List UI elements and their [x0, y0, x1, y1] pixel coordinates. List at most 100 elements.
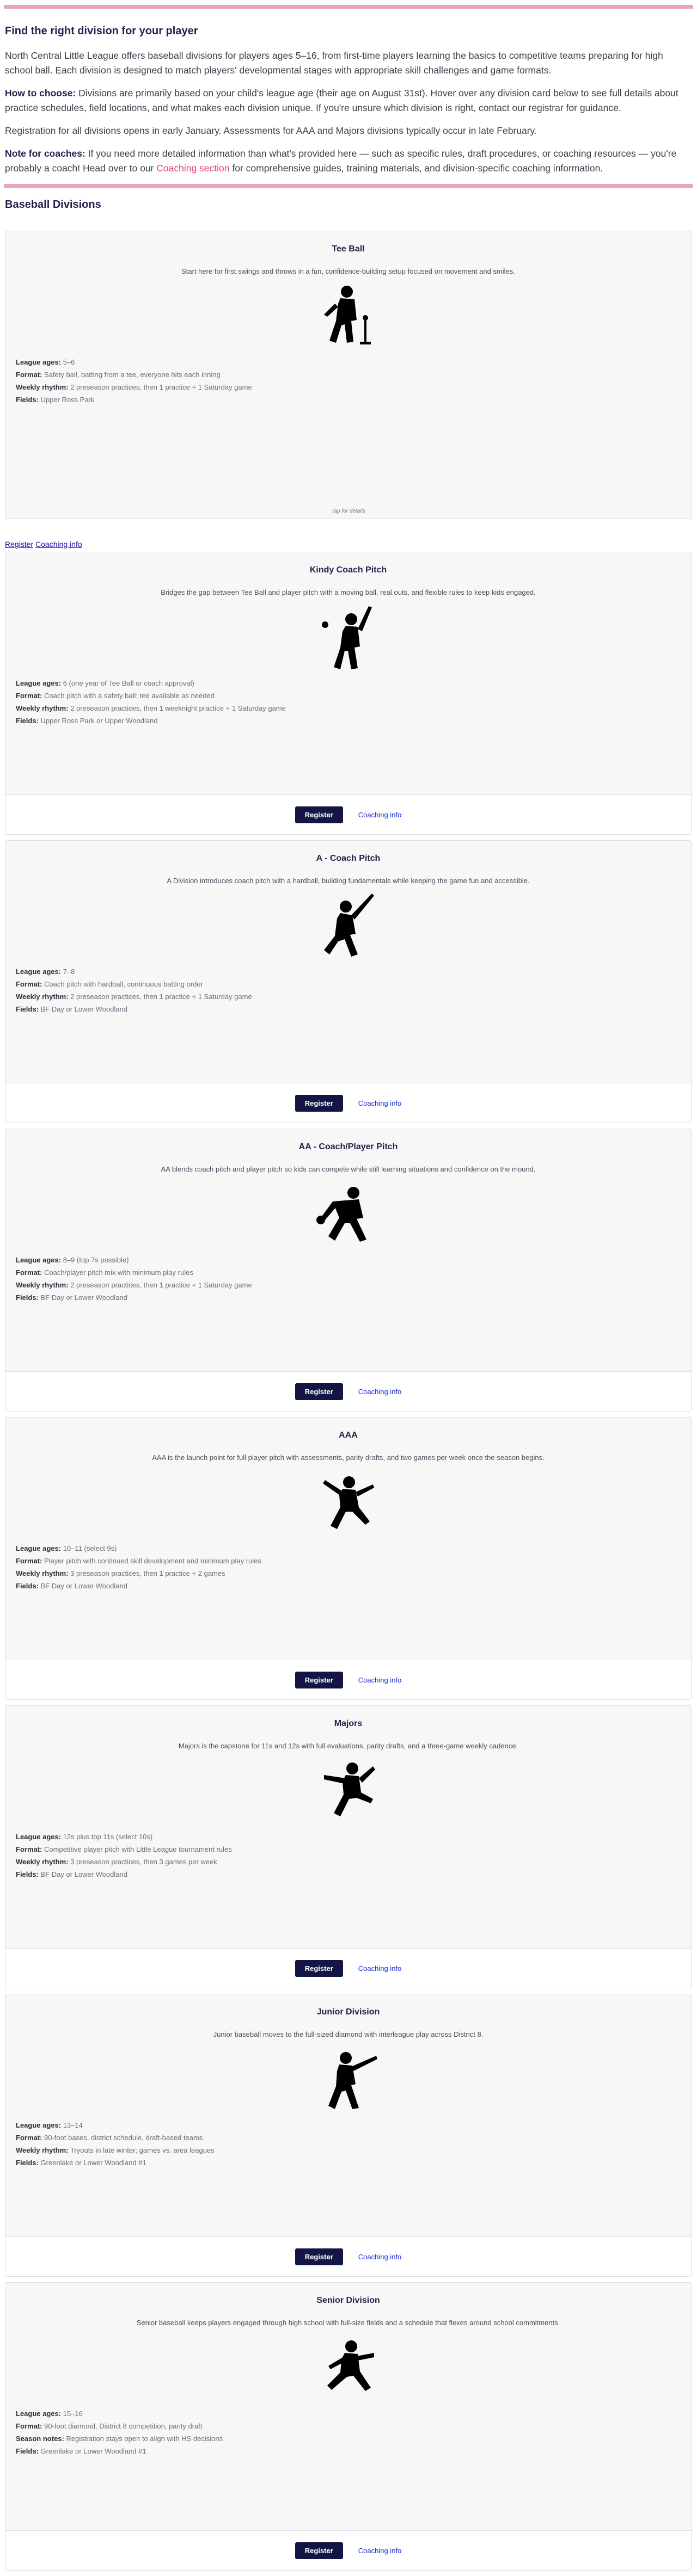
coaching-info-link[interactable]: Coaching info [358, 811, 402, 819]
fielder-crouching-icon [316, 1187, 366, 1242]
card-actions: Register Coaching info [5, 1948, 691, 1988]
format-label: Format: [16, 1557, 42, 1565]
league-ages-label: League ages: [16, 1256, 62, 1264]
league-ages-value: 15–16 [63, 2409, 83, 2418]
register-button[interactable]: Register [295, 1959, 343, 1977]
coaching-info-link[interactable]: Coaching info [358, 1964, 402, 1973]
format-row: Format: Coach pitch with hardball, conti… [16, 978, 691, 990]
rhythm-value: 2 preseason practices, then 1 practice +… [70, 1281, 252, 1289]
register-button[interactable]: Register [295, 1383, 343, 1400]
coaching-section-link[interactable]: Coaching section [156, 163, 229, 174]
format-row: Format: Competitive player pitch with Li… [16, 1843, 691, 1856]
fields-value: Upper Ross Park or Upper Woodland [40, 717, 158, 725]
fields-row: Fields: Upper Ross Park or Upper Woodlan… [16, 714, 691, 727]
league-ages-label: League ages: [16, 967, 62, 976]
rhythm-row: Season notes: Registration stays open to… [16, 2432, 691, 2445]
registration-note: Registration for all divisions opens in … [5, 125, 537, 136]
division-facts: League ages: 7–8 Format: Coach pitch with… [16, 965, 691, 1015]
coaching-info-link[interactable]: Coaching info [358, 1388, 402, 1396]
register-button[interactable]: Register [295, 2542, 343, 2559]
card-actions: Register Coaching info [5, 794, 691, 834]
infielder-throwing-icon [327, 2340, 374, 2391]
fields-value: BF Day or Lower Woodland [40, 1582, 127, 1590]
coaching-info-link[interactable]: Coaching info [358, 2547, 402, 2555]
format-row: Format: Coach/player pitch mix with mini… [16, 1266, 691, 1279]
register-button[interactable]: Register [295, 1094, 343, 1112]
league-ages-row: League ages: 8–9 (top 7s possible) [16, 1254, 691, 1266]
division-title: Senior Division [316, 2296, 380, 2305]
how-to-choose-label: How to choose: [5, 88, 76, 98]
league-ages-label: League ages: [16, 358, 62, 366]
format-row: Format: 90-foot diamond, District 8 comp… [16, 2420, 691, 2432]
format-row: Format: Coach pitch with a safety ball; … [16, 689, 691, 702]
division-card[interactable]: Junior Division Junior baseball moves to … [5, 1994, 692, 2277]
register-link[interactable]: Register [5, 540, 33, 549]
division-title: A - Coach Pitch [316, 854, 381, 863]
rhythm-value: Registration stays open to align with HS… [66, 2435, 223, 2443]
fields-label: Fields: [16, 1582, 39, 1590]
division-card[interactable]: Kindy Coach Pitch Bridges the gap between… [5, 552, 692, 835]
format-value: Coach pitch with hardball, continuous ba… [44, 980, 203, 988]
division-card[interactable]: Senior Division Senior baseball keeps pla… [5, 2282, 692, 2571]
fields-label: Fields: [16, 2447, 39, 2455]
rhythm-row: Weekly rhythm: 3 preseason practices, th… [16, 1856, 691, 1868]
fields-value: Greenlake or Lower Woodland #1 [40, 2159, 146, 2167]
division-card[interactable]: AAA AAA is the launch point for full play… [5, 1417, 692, 1700]
format-value: Player pitch with continued skill develo… [44, 1557, 261, 1565]
coaching-info-link[interactable]: Coaching info [358, 2253, 402, 2261]
rhythm-value: 3 preseason practices, then 1 practice +… [70, 1569, 225, 1577]
coaching-info-link[interactable]: Coaching info [358, 1099, 402, 1107]
page-title: Find the right division for your player [5, 25, 198, 37]
batter-follow-through-icon [328, 2052, 377, 2109]
division-facts: League ages: 5–6 Format: Safety ball, bat… [16, 356, 691, 406]
register-button[interactable]: Register [295, 2248, 343, 2265]
fields-row: Fields: Upper Ross Park [16, 393, 691, 406]
format-label: Format: [16, 1268, 42, 1277]
coaching-info-link[interactable]: Coaching info [358, 1676, 402, 1684]
rhythm-value: 2 preseason practices, then 1 practice +… [70, 993, 252, 1001]
league-ages-row: League ages: 6 (one year of Tee Ball or … [16, 677, 691, 689]
division-card[interactable]: A - Coach Pitch A Division introduces coa… [5, 840, 692, 1123]
intro-section: Find the right division for your player … [0, 25, 697, 176]
rhythm-label: Weekly rhythm: [16, 1858, 69, 1866]
register-button[interactable]: Register [295, 1671, 343, 1688]
division-card[interactable]: AA - Coach/Player Pitch AA blends coach p… [5, 1129, 692, 1412]
card-actions: Register Coaching info [5, 2236, 691, 2276]
register-button[interactable]: Register [295, 806, 343, 823]
league-ages-row: League ages: 5–6 [16, 356, 691, 368]
fields-label: Fields: [16, 1293, 39, 1302]
league-ages-row: League ages: 15–16 [16, 2407, 691, 2420]
division-title: Tee Ball [332, 244, 365, 254]
format-label: Format: [16, 371, 42, 379]
division-card[interactable]: Tee Ball Start here for first swings and … [5, 231, 692, 519]
division-description: Senior baseball keeps players engaged th… [136, 2319, 560, 2327]
division-description: Bridges the gap between Tee Ball and pla… [161, 588, 536, 596]
fields-label: Fields: [16, 717, 39, 725]
fields-row: Fields: BF Day or Lower Woodland [16, 1580, 691, 1592]
fields-label: Fields: [16, 2159, 39, 2167]
rhythm-row: Weekly rhythm: 2 preseason practices, th… [16, 990, 691, 1003]
league-ages-row: League ages: 7–8 [16, 965, 691, 978]
tap-for-details-hint: Tap for details [331, 508, 365, 514]
division-facts: League ages: 10–11 (select 9s) Format: Pl… [16, 1542, 691, 1592]
rhythm-label: Weekly rhythm: [16, 1281, 69, 1289]
fields-value: BF Day or Lower Woodland [40, 1005, 127, 1013]
league-ages-value: 7–8 [63, 967, 75, 976]
league-ages-label: League ages: [16, 679, 62, 687]
coaching-info-link[interactable]: Coaching info [35, 540, 82, 549]
intro-overview: North Central Little League offers baseb… [5, 50, 663, 76]
league-ages-row: League ages: 13–14 [16, 2119, 691, 2131]
rhythm-row: Weekly rhythm: 3 preseason practices, th… [16, 1567, 691, 1580]
rhythm-row: Weekly rhythm: 2 preseason practices, th… [16, 381, 691, 393]
league-ages-value: 5–6 [63, 358, 75, 366]
fields-label: Fields: [16, 1005, 39, 1013]
league-ages-value: 12s plus top 11s (select 10s) [63, 1833, 153, 1841]
tee-ball-batter-icon [323, 286, 371, 344]
how-to-choose-text: Divisions are primarily based on your ch… [5, 88, 678, 113]
pitcher-icon [322, 1476, 374, 1529]
league-ages-value: 10–11 (select 9s) [63, 1544, 117, 1552]
format-value: Safety ball, batting from a tee, everyon… [44, 371, 221, 379]
division-card[interactable]: Majors Majors is the capstone for 11s and… [5, 1705, 692, 1988]
rhythm-value: Tryouts in late winter; games vs. area l… [70, 2146, 215, 2154]
format-label: Format: [16, 1845, 42, 1853]
